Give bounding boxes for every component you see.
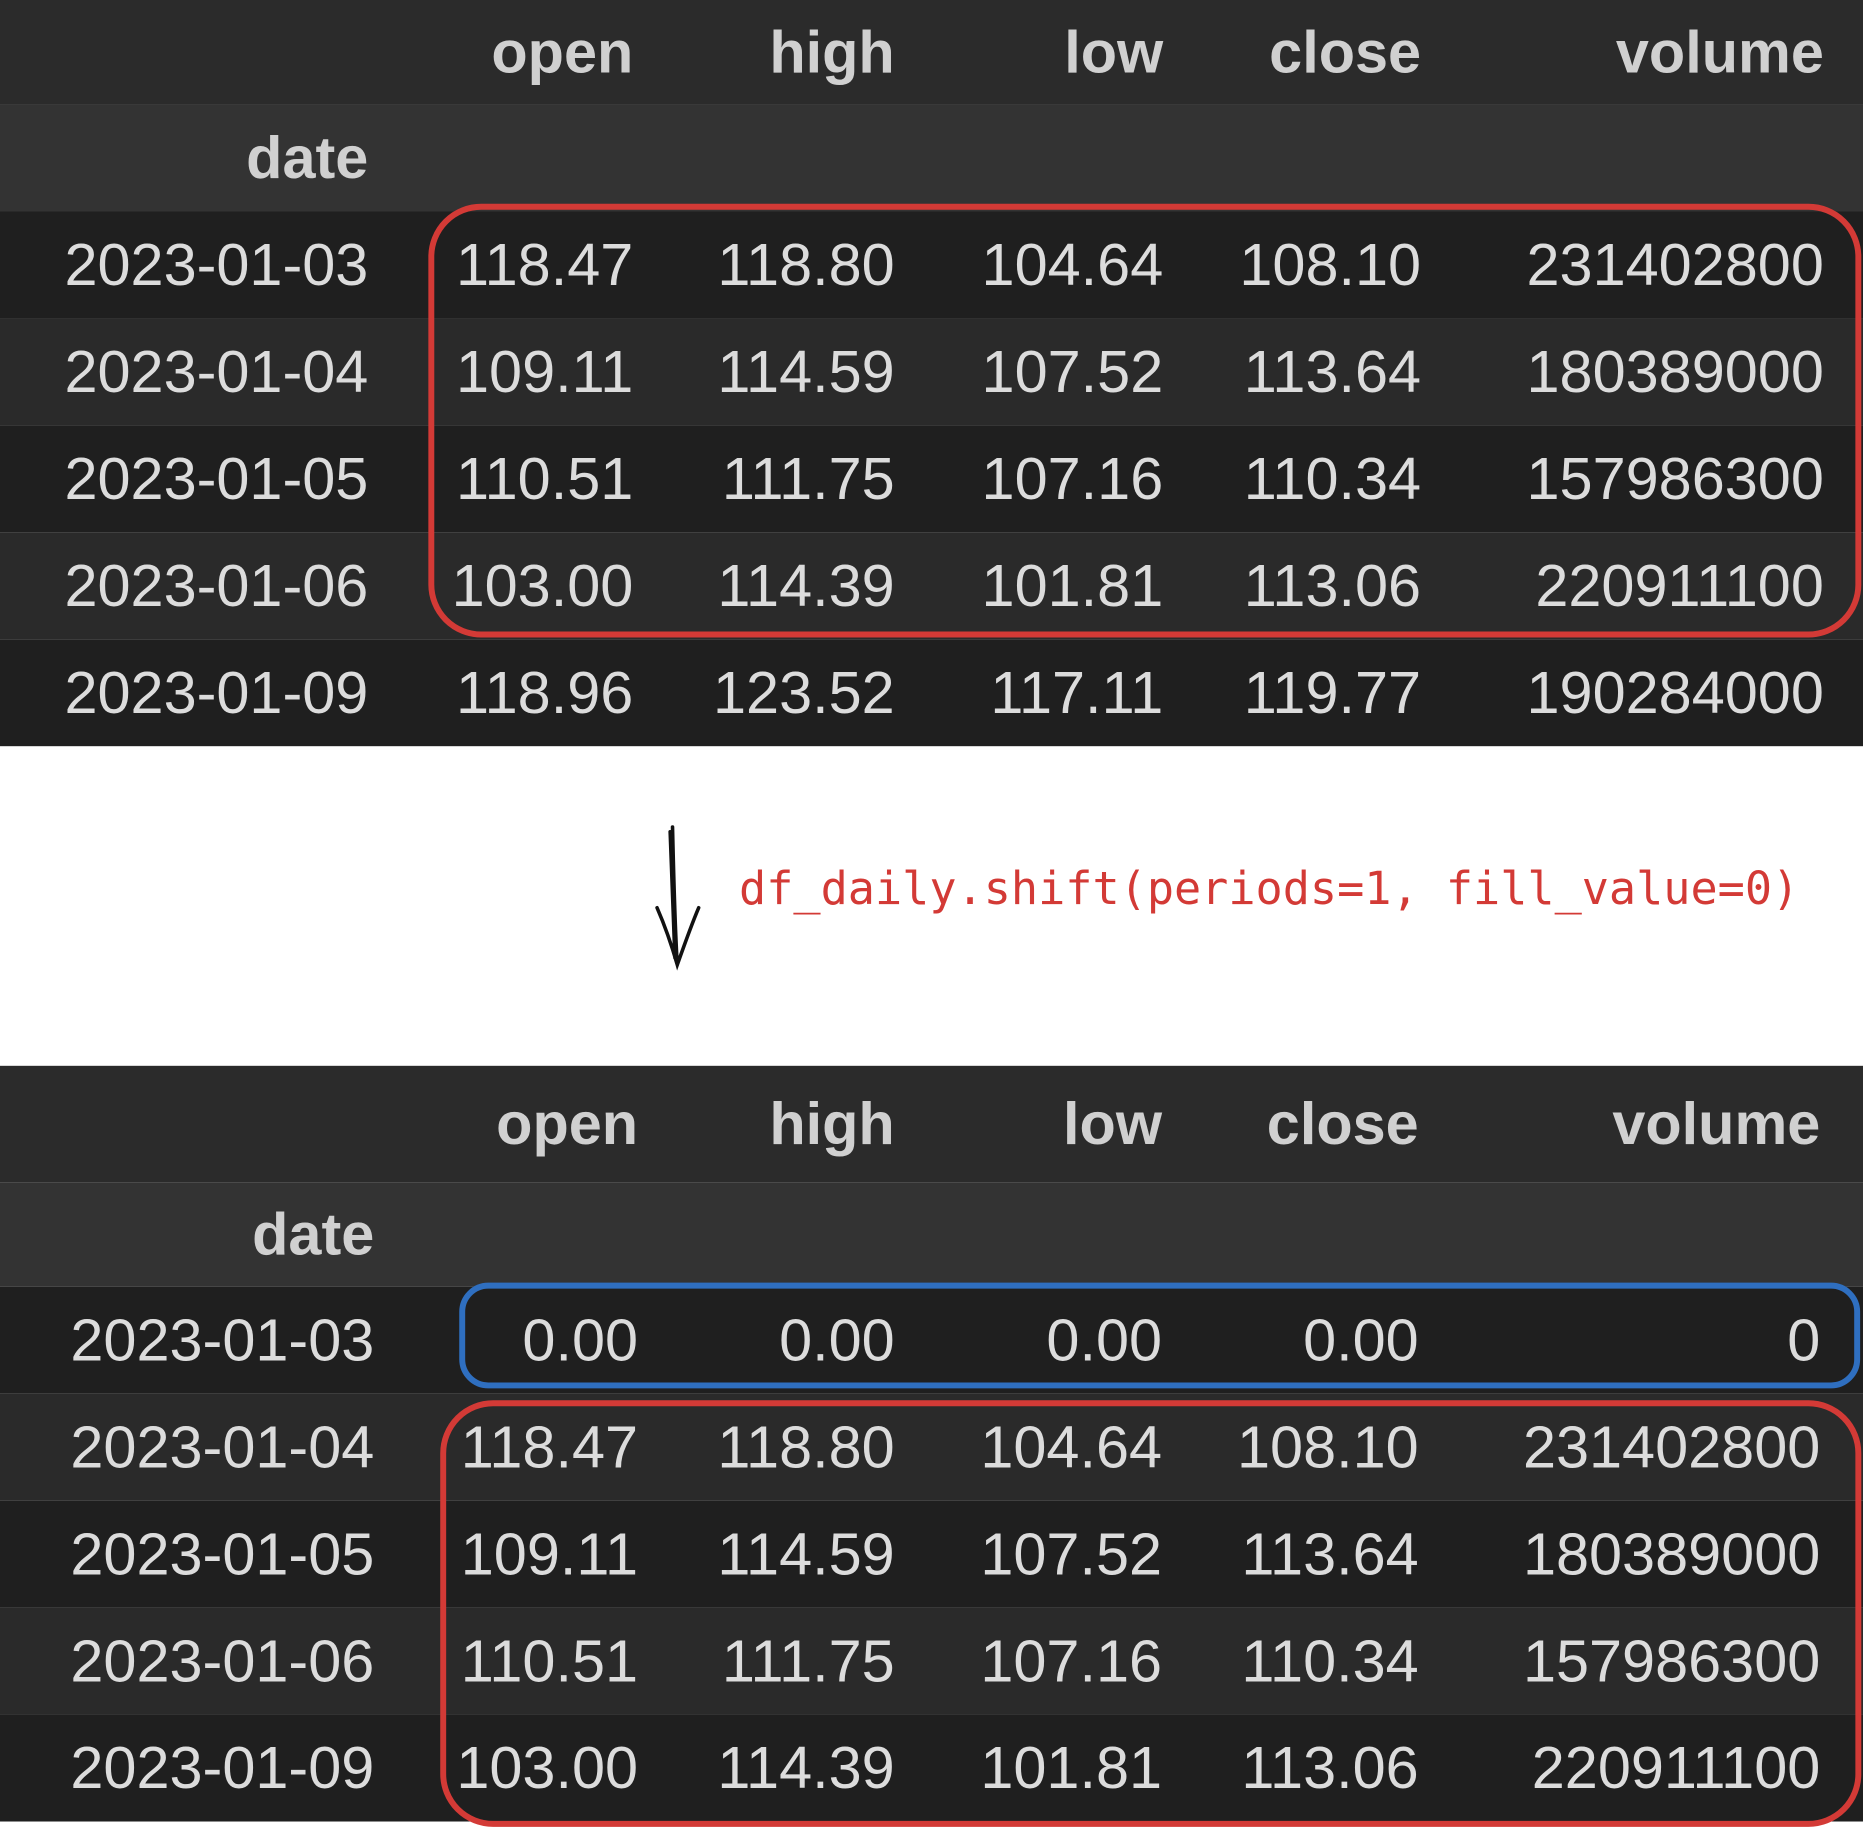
cell-high: 0.00: [779, 1307, 895, 1374]
table-row: 2023-01-03 0.00 0.00 0.00 0.00 0: [0, 1286, 1863, 1394]
cell-close: 110.34: [1243, 445, 1422, 513]
cell-open: 0.00: [522, 1307, 639, 1374]
dataframe-before: open high low close volume date 2023-01-03 118.…: [0, 0, 1863, 751]
cell-open: 118.96: [456, 659, 634, 726]
table-row: 2023-01-06 110.51 111.75 107.16 110.34 157986…: [0, 1607, 1863, 1715]
cell-open: 118.47: [456, 231, 634, 299]
cell-close: 108.10: [1236, 1413, 1419, 1481]
table-row: 2023-01-04 109.11 114.59 107.52 113.64 180389…: [0, 318, 1863, 426]
column-header-open: open: [491, 19, 634, 86]
cell-high: 114.59: [717, 1520, 895, 1588]
table-row: 2023-01-04 118.47 118.80 104.64 108.10 231402…: [0, 1393, 1863, 1501]
column-header-volume: volume: [1615, 19, 1824, 86]
column-header-open: open: [496, 1090, 639, 1158]
cell-low: 101.81: [980, 1734, 1163, 1802]
cell-open: 110.51: [456, 445, 634, 513]
row-date: 2023-01-06: [64, 552, 369, 620]
cell-open: 109.11: [460, 1520, 639, 1588]
column-header-high: high: [769, 19, 895, 86]
row-date: 2023-01-04: [64, 338, 369, 406]
cell-volume: 157986300: [1522, 1627, 1821, 1695]
row-date: 2023-01-05: [70, 1520, 375, 1588]
cell-open: 103.00: [456, 1734, 639, 1802]
cell-low: 101.81: [981, 552, 1164, 620]
column-header-close: close: [1269, 19, 1422, 86]
index-header-row: date: [0, 104, 1863, 212]
cell-high: 118.80: [717, 231, 895, 299]
table-row: 2023-01-09 103.00 114.39 101.81 113.06 220911…: [0, 1714, 1863, 1822]
cell-volume: 231402800: [1522, 1413, 1821, 1481]
row-date: 2023-01-03: [64, 231, 369, 299]
table-row: 2023-01-05 109.11 114.59 107.52 113.64 180389…: [0, 1500, 1863, 1608]
column-header-low: low: [1064, 19, 1164, 86]
cell-low: 107.16: [980, 1627, 1163, 1695]
cell-close: 0.00: [1303, 1307, 1419, 1374]
cell-volume: 220911100: [1535, 552, 1824, 620]
cell-volume: 190284000: [1526, 659, 1824, 726]
dataframe-after: open high low close volume date 2023-01-03 0.00…: [0, 1065, 1863, 1832]
cell-high: 114.59: [717, 338, 895, 406]
cell-close: 110.34: [1241, 1627, 1419, 1695]
cell-low: 107.16: [981, 445, 1164, 513]
row-date: 2023-01-06: [70, 1627, 375, 1695]
cell-open: 110.51: [460, 1627, 639, 1695]
cell-close: 113.06: [1243, 552, 1422, 620]
table-row: 2023-01-03 118.47 118.80 104.64 108.10 231402…: [0, 211, 1863, 319]
cell-close: 113.64: [1243, 338, 1422, 406]
cell-low: 107.52: [981, 338, 1164, 406]
column-header-low: low: [1063, 1090, 1163, 1158]
index-header-row: date: [0, 1182, 1863, 1287]
cell-volume: 231402800: [1526, 231, 1824, 299]
cell-open: 118.47: [460, 1413, 639, 1481]
cell-high: 114.39: [717, 552, 895, 620]
code-annotation: df_daily.shift(periods=1, fill_value=0): [739, 862, 1800, 915]
cell-high: 111.75: [721, 445, 895, 513]
cell-low: 107.52: [980, 1520, 1163, 1588]
column-header-high: high: [769, 1090, 895, 1158]
cell-high: 118.80: [717, 1413, 895, 1481]
cell-low: 0.00: [1046, 1307, 1163, 1374]
cell-close: 108.10: [1239, 231, 1422, 299]
row-date: 2023-01-09: [64, 659, 369, 726]
column-header-volume: volume: [1612, 1090, 1821, 1158]
cell-low: 104.64: [980, 1413, 1163, 1481]
cell-close: 113.06: [1241, 1734, 1419, 1802]
column-header-row: open high low close volume: [0, 0, 1863, 105]
row-date: 2023-01-05: [64, 445, 369, 513]
column-header-row: open high low close volume: [0, 1065, 1863, 1183]
arrow-down-icon: [655, 825, 701, 971]
cell-close: 119.77: [1243, 659, 1422, 726]
cell-volume: 180389000: [1522, 1520, 1821, 1588]
index-header: date: [252, 1201, 375, 1268]
cell-volume: 157986300: [1526, 445, 1824, 513]
table-row: 2023-01-05 110.51 111.75 107.16 110.34 157986…: [0, 425, 1863, 533]
row-date: 2023-01-09: [70, 1734, 375, 1802]
row-date: 2023-01-03: [70, 1307, 375, 1374]
cell-high: 111.75: [721, 1627, 895, 1695]
cell-high: 123.52: [712, 659, 895, 726]
cell-volume: 220911100: [1531, 1734, 1821, 1802]
cell-volume: 180389000: [1526, 338, 1824, 406]
cell-high: 114.39: [717, 1734, 895, 1802]
cell-open: 103.00: [451, 552, 634, 620]
cell-volume: 0: [1787, 1307, 1821, 1374]
column-header-close: close: [1266, 1090, 1419, 1158]
table-row: 2023-01-09 118.96 123.52 117.11 119.77 190284…: [0, 639, 1863, 747]
cell-close: 113.64: [1241, 1520, 1419, 1588]
cell-low: 117.11: [990, 659, 1164, 726]
cell-low: 104.64: [981, 231, 1164, 299]
index-header: date: [246, 124, 369, 192]
table-row: 2023-01-06 103.00 114.39 101.81 113.06 220911…: [0, 532, 1863, 640]
cell-open: 109.11: [456, 338, 634, 406]
row-date: 2023-01-04: [70, 1413, 375, 1481]
